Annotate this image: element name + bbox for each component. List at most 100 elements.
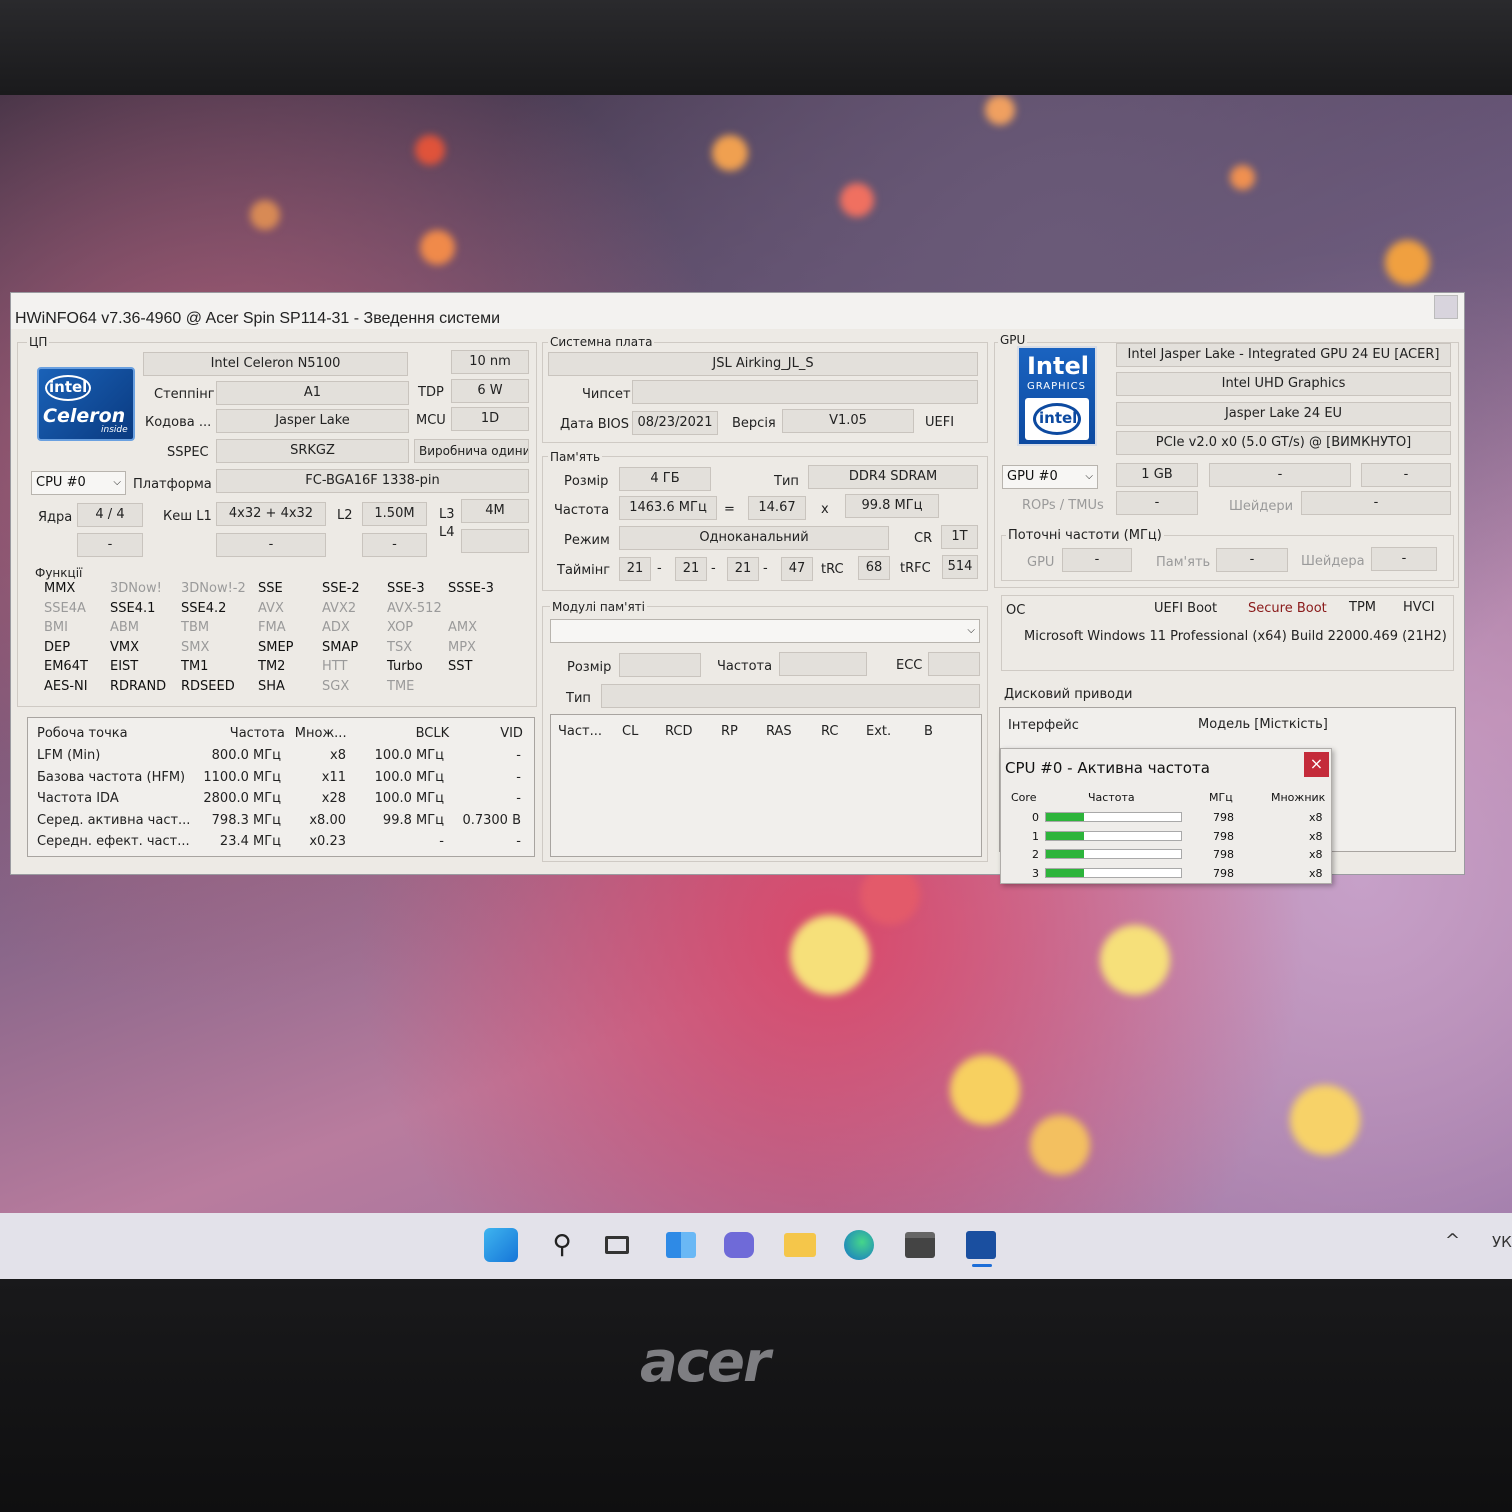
- cpu-group-label: ЦП: [27, 335, 50, 349]
- file-explorer-icon[interactable]: [783, 1228, 817, 1262]
- core-index: 1: [1032, 829, 1039, 843]
- widgets-icon[interactable]: [664, 1228, 698, 1262]
- mem-mode-field: Одноканальний: [619, 526, 889, 550]
- core-multiplier: x8: [1309, 829, 1323, 843]
- celeron-logo-sub: inside: [101, 425, 128, 435]
- feature-flag: BMI: [44, 620, 68, 636]
- op-table-cell: LFM (Min): [37, 748, 101, 763]
- popup-table-header: Core: [1011, 791, 1037, 804]
- chat-icon[interactable]: [722, 1228, 756, 1262]
- op-table-header[interactable]: VID: [500, 726, 523, 741]
- op-table-cell: 100.0 МГц: [374, 748, 444, 763]
- trfc-label: tRFC: [900, 561, 931, 576]
- core-multiplier: x8: [1309, 848, 1323, 861]
- module-timing-header[interactable]: RP: [721, 724, 738, 739]
- window-close-button[interactable]: [1434, 295, 1458, 319]
- l1-field: 4x32 + 4x32: [216, 502, 326, 526]
- tray-chevron-icon[interactable]: ^: [1445, 1230, 1460, 1251]
- mem-mult-field: 14.67: [748, 496, 806, 520]
- popup-close-button[interactable]: ×: [1304, 752, 1329, 777]
- celeron-logo-name: Celeron: [43, 405, 126, 427]
- op-table-cell: -: [516, 791, 521, 806]
- core-mhz: 798: [1213, 829, 1234, 843]
- os-label: ОС: [1006, 603, 1026, 618]
- op-table-cell: Базова частота (HFM): [37, 769, 186, 785]
- cpu-selector[interactable]: CPU #0 ⌵: [31, 471, 126, 495]
- module-timing-header[interactable]: Част...: [558, 724, 602, 739]
- tdp-label: TDP: [418, 385, 444, 400]
- op-table-header[interactable]: Множ...: [295, 726, 347, 741]
- start-icon[interactable]: [484, 1228, 518, 1262]
- module-ecc-label: ECC: [896, 658, 923, 673]
- clk-shader-label: Шейдера: [1301, 554, 1365, 569]
- module-timing-header[interactable]: Ext.: [866, 724, 891, 739]
- cores-extra-field: -: [77, 533, 143, 557]
- module-timing-header[interactable]: RAS: [766, 724, 792, 739]
- memory-group-label: Пам'ять: [548, 450, 603, 464]
- feature-flag: AMX: [448, 620, 478, 636]
- drives-model-header[interactable]: Модель [Місткість]: [1198, 717, 1328, 732]
- feature-flag: FMA: [258, 620, 286, 636]
- gpu-group-label: GPU: [998, 333, 1028, 347]
- hwinfo-icon[interactable]: [964, 1228, 998, 1262]
- feature-flag: DEP: [44, 639, 71, 655]
- intel-graphics-logo-sub: GRAPHICS: [1027, 381, 1086, 392]
- search-icon[interactable]: ⚲: [545, 1228, 579, 1262]
- op-table-cell: Серед. активна част...: [37, 812, 191, 828]
- memory-modules-label: Модулі пам'яті: [550, 600, 648, 614]
- drives-interface-header[interactable]: Інтерфейс: [1008, 718, 1079, 733]
- codename-field: Jasper Lake: [216, 409, 409, 433]
- memory-module-selector[interactable]: ⌵: [550, 619, 980, 643]
- task-view-icon[interactable]: [600, 1228, 634, 1262]
- codename-label: Кодова ...: [145, 415, 212, 430]
- feature-flag: AVX2: [322, 600, 357, 616]
- feature-flag: SSSE-3: [448, 581, 494, 596]
- module-timing-header[interactable]: RCD: [665, 724, 692, 739]
- gpu-shaders-field: -: [1301, 491, 1451, 515]
- store-icon[interactable]: [903, 1228, 937, 1262]
- features-label: Функції: [35, 566, 83, 580]
- gpu-core-field: Jasper Lake 24 EU: [1116, 402, 1451, 426]
- feature-flag: SHA: [258, 679, 285, 694]
- mem-size-label: Розмір: [564, 474, 609, 489]
- op-table-cell: 0.7300 В: [462, 812, 521, 828]
- l2-extra-field: -: [362, 533, 427, 557]
- mem-x-label: x: [821, 502, 829, 517]
- op-table-header[interactable]: Робоча точка: [37, 726, 128, 741]
- module-type-field: [601, 684, 980, 708]
- cores-field: 4 / 4: [77, 503, 143, 527]
- mem-type-label: Тип: [774, 474, 799, 489]
- op-table-cell: -: [439, 834, 444, 849]
- popup-title: CPU #0 - Активна частота: [1005, 759, 1210, 777]
- gpu-shaders-label: Шейдери: [1229, 499, 1294, 514]
- clk-shader-field: -: [1371, 547, 1437, 571]
- feature-flag: EIST: [110, 659, 139, 675]
- module-freq-label: Частота: [717, 659, 773, 674]
- core-mhz: 798: [1213, 848, 1234, 861]
- op-table-header[interactable]: Частота: [230, 726, 285, 741]
- gpu-bus-field: PCIe v2.0 x0 (5.0 GT/s) @ [ВИМКНУТО]: [1116, 431, 1451, 455]
- trc-label: tRC: [821, 562, 844, 577]
- op-table-cell: 23.4 МГц: [219, 834, 281, 849]
- core-frequency-bar: [1045, 867, 1182, 878]
- gpu-vram-field: 1 GB: [1116, 463, 1198, 487]
- core-frequency-bar-fill: [1046, 813, 1084, 821]
- gpu-selector[interactable]: GPU #0 ⌵: [1002, 465, 1098, 489]
- sspec-label: SSPEC: [167, 445, 209, 460]
- l4-field: [461, 529, 529, 553]
- module-timing-header[interactable]: RC: [821, 724, 838, 739]
- platform-label: Платформа: [133, 477, 212, 492]
- op-table-header[interactable]: BCLK: [416, 726, 450, 741]
- module-timing-header[interactable]: B: [924, 724, 933, 739]
- language-indicator[interactable]: УК: [1492, 1233, 1512, 1251]
- module-type-label: Тип: [566, 691, 591, 706]
- trc-field: 68: [858, 556, 890, 580]
- edge-icon[interactable]: [842, 1228, 876, 1262]
- mem-cr-label: CR: [914, 531, 933, 546]
- window-title: HWiNFO64 v7.36-4960 @ Acer Spin SP114-31…: [11, 293, 1464, 329]
- timing-cl-field: 21: [619, 557, 651, 581]
- op-table-cell: Середн. ефект. част...: [37, 834, 190, 849]
- stepping-field: A1: [216, 381, 409, 405]
- feature-flag: TME: [387, 679, 415, 694]
- module-timing-header[interactable]: CL: [622, 724, 638, 739]
